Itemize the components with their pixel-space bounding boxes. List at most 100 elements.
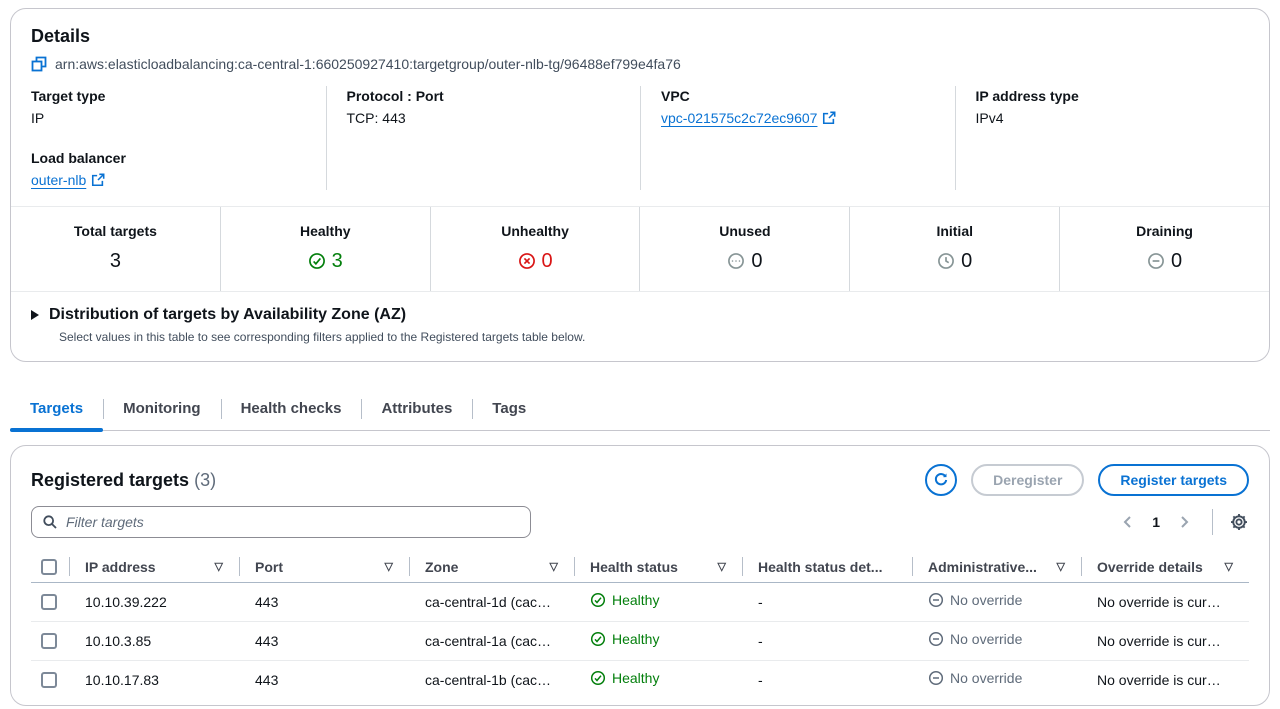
stat-total-targets: Total targets 3 (11, 207, 220, 291)
cell-health-status-details: - (742, 582, 912, 621)
cell-port: 443 (239, 660, 409, 699)
registered-targets-count: (3) (194, 470, 216, 490)
column-header-zone[interactable]: Zone▽ (409, 552, 574, 582)
deregister-button[interactable]: Deregister (971, 464, 1084, 496)
stat-unhealthy: Unhealthy 0 (430, 207, 640, 291)
stat-initial: Initial 0 (849, 207, 1059, 291)
select-all-checkbox[interactable] (41, 559, 57, 575)
external-link-icon (822, 111, 836, 125)
target-type-label: Target type (31, 86, 306, 106)
cell-ip-address: 10.10.3.85 (69, 621, 239, 660)
registered-targets-title: Registered targets (3) (31, 470, 216, 491)
load-balancer-link[interactable]: outer-nlb (31, 170, 105, 190)
tab-health-checks[interactable]: Health checks (221, 390, 362, 430)
protocol-port-label: Protocol : Port (347, 86, 621, 106)
az-distribution-section: Distribution of targets by Availability … (11, 292, 1269, 361)
cell-port: 443 (239, 621, 409, 660)
cell-health-status: Healthy (574, 582, 742, 621)
vpc-label: VPC (661, 86, 935, 106)
load-balancer-label: Load balancer (31, 148, 306, 168)
column-header-administrative-override[interactable]: Administrative...▽ (912, 552, 1081, 582)
stat-healthy: Healthy 3 (220, 207, 430, 291)
sort-icon: ▽ (1225, 560, 1233, 573)
check-circle-icon (590, 670, 606, 686)
filter-targets-box (31, 506, 531, 538)
refresh-button[interactable] (925, 464, 957, 496)
az-distribution-subtitle: Select values in this table to see corre… (59, 330, 1249, 345)
column-header-override-details[interactable]: Override details▽ (1081, 552, 1249, 582)
tab-targets[interactable]: Targets (10, 390, 103, 430)
current-page-number: 1 (1144, 514, 1168, 530)
details-title: Details (31, 25, 1249, 47)
minus-circle-icon (1147, 252, 1165, 270)
search-icon (42, 514, 58, 530)
cell-administrative-override: No override (912, 582, 1081, 621)
clock-icon (937, 252, 955, 270)
sort-icon: ▽ (385, 560, 393, 573)
cell-zone: ca-central-1d (cac… (409, 582, 574, 621)
check-circle-icon (308, 252, 326, 270)
sort-icon: ▽ (1057, 560, 1065, 573)
target-type-value: IP (31, 108, 306, 128)
protocol-port-value: TCP: 443 (347, 108, 621, 128)
cell-port: 443 (239, 582, 409, 621)
external-link-icon (91, 173, 105, 187)
cell-health-status: Healthy (574, 621, 742, 660)
column-header-health-status-details[interactable]: Health status det... (742, 552, 912, 582)
ellipsis-circle-icon (727, 252, 745, 270)
register-targets-button[interactable]: Register targets (1098, 464, 1249, 496)
sort-icon: ▽ (718, 560, 726, 573)
previous-page-button[interactable] (1116, 510, 1140, 534)
cell-health-status-details: - (742, 621, 912, 660)
cell-administrative-override: No override (912, 621, 1081, 660)
filter-targets-input[interactable] (66, 514, 520, 530)
az-distribution-toggle[interactable]: Distribution of targets by Availability … (31, 305, 1249, 325)
row-checkbox[interactable] (41, 594, 57, 610)
check-circle-icon (590, 592, 606, 608)
tab-monitoring[interactable]: Monitoring (103, 390, 220, 430)
minus-circle-icon (928, 670, 944, 686)
caret-right-icon (31, 310, 39, 320)
registered-targets-panel: Registered targets (3) Deregister Regist… (10, 445, 1270, 706)
cell-zone: ca-central-1b (cac… (409, 660, 574, 699)
cell-override-details: No override is cur… (1081, 660, 1249, 699)
column-header-port[interactable]: Port▽ (239, 552, 409, 582)
table-row: 10.10.3.85 443 ca-central-1a (cac… Healt… (31, 621, 1249, 660)
tab-tags[interactable]: Tags (472, 390, 546, 430)
cell-ip-address: 10.10.17.83 (69, 660, 239, 699)
row-checkbox[interactable] (41, 672, 57, 688)
details-grid: Target type IP Load balancer outer-nlb (11, 86, 1269, 206)
table-row: 10.10.17.83 443 ca-central-1b (cac… Heal… (31, 660, 1249, 699)
sort-icon: ▽ (550, 560, 558, 573)
minus-circle-icon (928, 592, 944, 608)
arn-row: arn:aws:elasticloadbalancing:ca-central-… (31, 54, 1249, 74)
targets-table-body: 10.10.39.222 443 ca-central-1d (cac… Hea… (31, 582, 1249, 699)
check-circle-icon (590, 631, 606, 647)
cell-zone: ca-central-1a (cac… (409, 621, 574, 660)
column-header-health-status[interactable]: Health status▽ (574, 552, 742, 582)
registered-targets-table: IP address▽ Port▽ Zone▽ Health status▽ H… (31, 552, 1249, 699)
cell-administrative-override: No override (912, 660, 1081, 699)
sort-icon: ▽ (215, 560, 223, 573)
details-panel: Details arn:aws:elasticloadbalancing:ca-… (10, 8, 1270, 362)
cell-override-details: No override is cur… (1081, 582, 1249, 621)
stat-draining: Draining 0 (1059, 207, 1269, 291)
target-group-arn: arn:aws:elasticloadbalancing:ca-central-… (55, 54, 681, 74)
az-distribution-title: Distribution of targets by Availability … (49, 305, 406, 325)
copy-icon[interactable] (31, 56, 47, 72)
target-health-summary: Total targets 3 Healthy 3 Unhealthy (11, 206, 1269, 292)
row-checkbox[interactable] (41, 633, 57, 649)
vpc-link[interactable]: vpc-021575c2c72ec9607 (661, 108, 836, 128)
toolbar-divider (1212, 509, 1213, 535)
next-page-button[interactable] (1172, 510, 1196, 534)
cell-override-details: No override is cur… (1081, 621, 1249, 660)
tab-bar: Targets Monitoring Health checks Attribu… (10, 390, 1270, 431)
column-header-ip-address[interactable]: IP address▽ (69, 552, 239, 582)
table-row: 10.10.39.222 443 ca-central-1d (cac… Hea… (31, 582, 1249, 621)
minus-circle-icon (928, 631, 944, 647)
tab-attributes[interactable]: Attributes (361, 390, 472, 430)
ip-address-type-label: IP address type (976, 86, 1250, 106)
refresh-icon (932, 471, 950, 489)
ip-address-type-value: IPv4 (976, 108, 1250, 128)
gear-icon[interactable] (1229, 512, 1249, 532)
